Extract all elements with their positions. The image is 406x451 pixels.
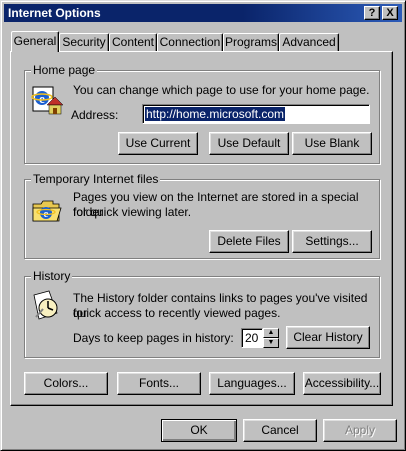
address-value: http://home.microsoft.com xyxy=(145,107,286,121)
colors-button[interactable]: Colors... xyxy=(24,372,108,395)
fonts-button[interactable]: Fonts... xyxy=(117,372,201,395)
help-button[interactable]: ? xyxy=(364,6,380,20)
use-blank-button[interactable]: Use Blank xyxy=(292,132,372,155)
use-default-button[interactable]: Use Default xyxy=(209,132,289,155)
apply-button[interactable]: Apply xyxy=(323,419,397,442)
history-description-line2: quick access to recently viewed pages. xyxy=(73,306,281,320)
tab-security[interactable]: Security xyxy=(59,33,109,51)
days-value: 20 xyxy=(245,331,259,345)
days-spinner[interactable]: ▲ ▼ xyxy=(263,328,279,348)
home-page-group: Home page e You can change which page to… xyxy=(24,63,380,164)
internet-options-window: Internet Options ? X General Security Co… xyxy=(0,0,406,451)
cancel-button[interactable]: Cancel xyxy=(243,419,317,442)
history-group: History The History folder contains link… xyxy=(24,269,380,358)
languages-button[interactable]: Languages... xyxy=(209,372,295,395)
use-current-button[interactable]: Use Current xyxy=(118,132,198,155)
accessibility-button[interactable]: Accessibility... xyxy=(303,372,381,395)
home-page-legend: Home page xyxy=(31,63,98,77)
clear-history-button[interactable]: Clear History xyxy=(286,326,370,349)
address-field[interactable]: http://home.microsoft.com xyxy=(142,104,370,124)
close-button[interactable]: X xyxy=(382,6,398,20)
temp-files-description-line2: for quick viewing later. xyxy=(73,205,192,219)
temp-files-group: Temporary Internet files e Pages you vie… xyxy=(24,172,380,259)
days-label: Days to keep pages in history: xyxy=(73,331,234,345)
spin-up-arrow-icon[interactable]: ▲ xyxy=(263,328,279,338)
tab-general[interactable]: General xyxy=(11,31,59,52)
ie-home-icon: e xyxy=(31,86,63,115)
tab-programs[interactable]: Programs xyxy=(223,33,279,51)
address-label: Address: xyxy=(71,108,119,122)
apply-label: Apply xyxy=(344,423,376,437)
history-clock-icon xyxy=(33,290,58,320)
temp-files-legend: Temporary Internet files xyxy=(31,172,161,186)
tab-advanced[interactable]: Advanced xyxy=(279,33,339,51)
tab-connection[interactable]: Connection xyxy=(157,33,223,51)
settings-button[interactable]: Settings... xyxy=(292,230,372,253)
spin-down-arrow-icon[interactable]: ▼ xyxy=(263,338,279,348)
window-title: Internet Options xyxy=(8,6,101,20)
ok-button[interactable]: OK xyxy=(161,419,237,442)
svg-text:e: e xyxy=(39,91,45,106)
days-input[interactable]: 20 xyxy=(241,328,263,348)
ie-folder-icon: e xyxy=(32,200,62,222)
general-tab-panel: Home page e You can change which page to… xyxy=(10,51,393,406)
tab-strip: General Security Content Connection Prog… xyxy=(11,31,401,53)
home-page-description: You can change which page to use for you… xyxy=(73,83,370,97)
delete-files-button[interactable]: Delete Files xyxy=(209,230,289,253)
history-legend: History xyxy=(31,269,73,283)
tab-content[interactable]: Content xyxy=(109,33,157,51)
title-bar[interactable]: Internet Options ? X xyxy=(4,4,402,22)
